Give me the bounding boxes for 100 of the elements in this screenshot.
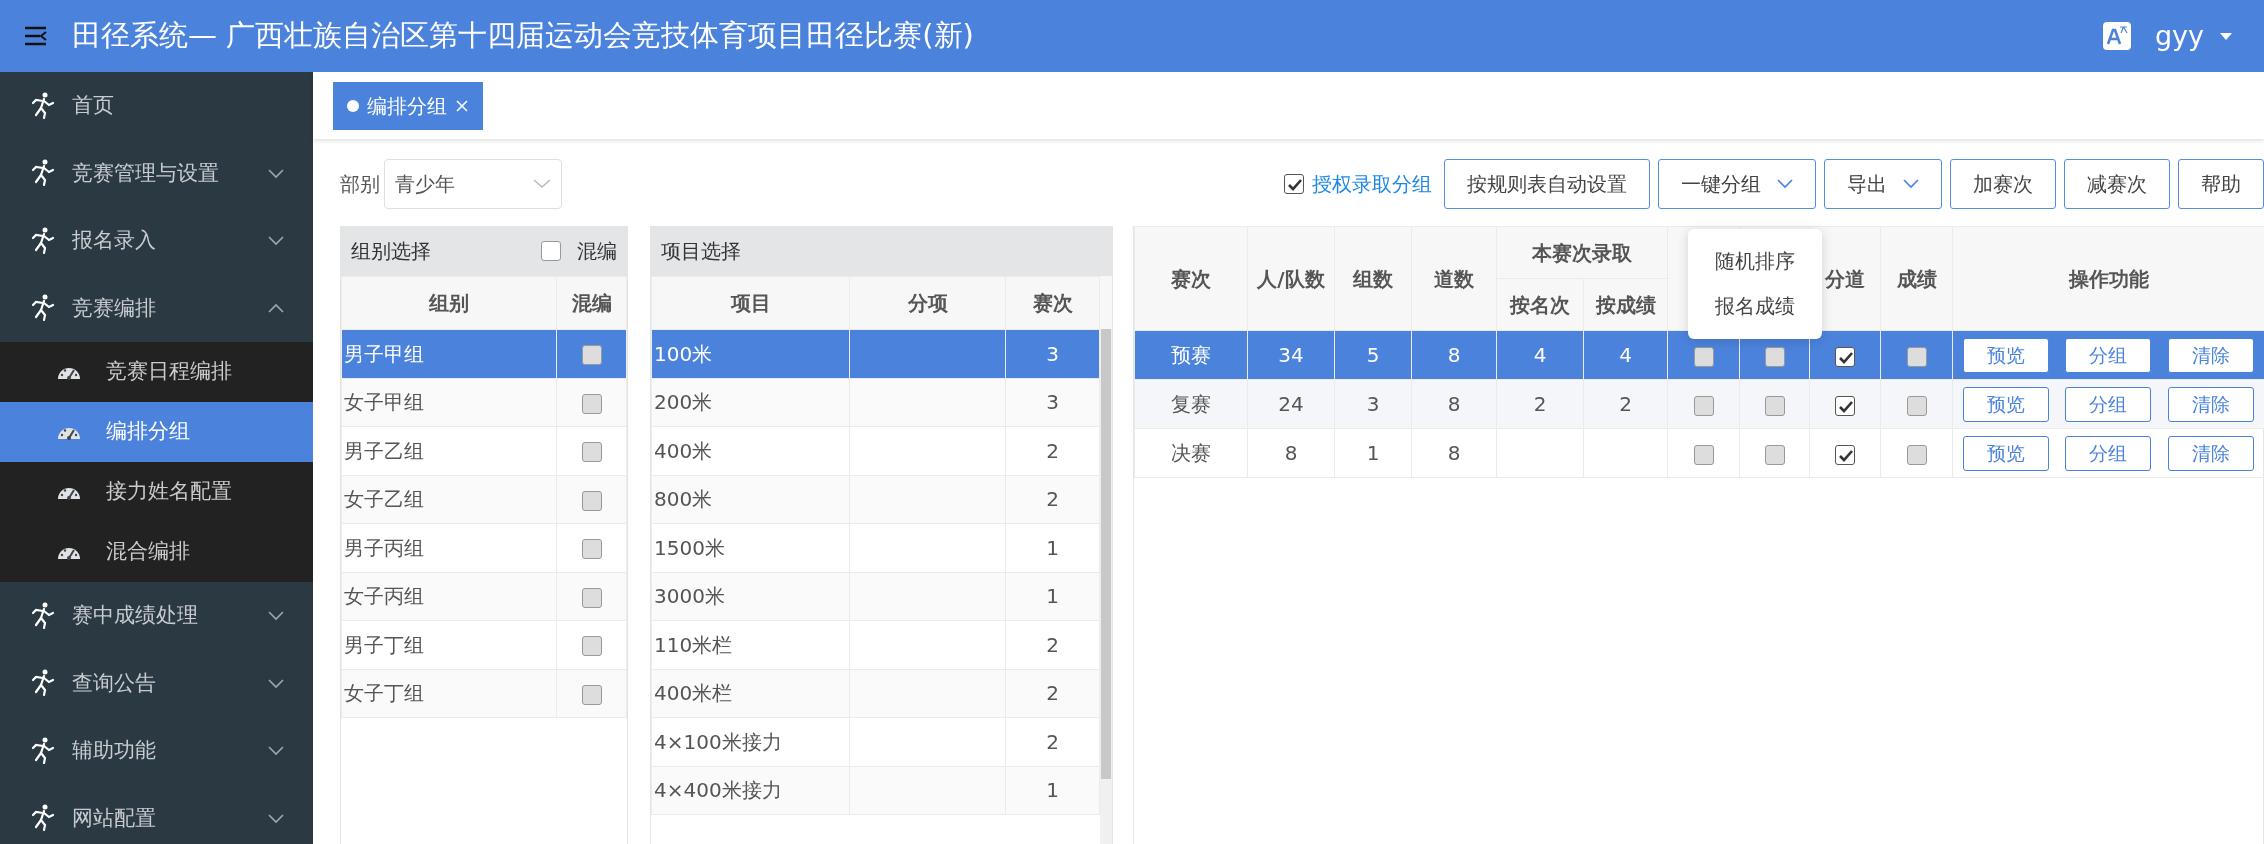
sidebar-item[interactable]: 网站配置 — [0, 784, 313, 844]
checkbox[interactable] — [1835, 346, 1855, 367]
checkbox[interactable] — [1284, 174, 1304, 195]
checkbox[interactable] — [1764, 444, 1785, 465]
dropdown-button[interactable]: 导出 — [1824, 159, 1942, 210]
action-button[interactable]: 清除 — [2167, 435, 2254, 471]
table-cell: 女子丁组 — [341, 669, 557, 718]
table-row[interactable]: 3000米 1 — [651, 572, 1100, 621]
dot-icon — [347, 99, 359, 112]
table-cell: 5 — [1334, 330, 1412, 380]
action-button[interactable]: 分组 — [2065, 386, 2152, 422]
checkbox[interactable] — [581, 491, 602, 511]
checkbox-label[interactable]: 混编 — [577, 236, 617, 267]
table-row[interactable]: 100米 3 — [651, 329, 1100, 379]
checkbox-label[interactable]: 授权录取分组 — [1312, 169, 1432, 200]
action-button[interactable]: 分组 — [2065, 337, 2152, 373]
table-cell: 24 — [1247, 379, 1335, 429]
checkbox[interactable] — [541, 241, 561, 262]
table-cell: 男子丁组 — [341, 620, 557, 670]
sidebar-item[interactable]: 赛中成绩处理 — [0, 582, 313, 650]
dropdown-button[interactable]: 一键分组 — [1658, 159, 1816, 210]
sidebar-item[interactable]: 报名录入 — [0, 207, 313, 275]
table-row[interactable]: 预赛 34 5 8 4 4 预览 分组 清除 — [1134, 330, 2264, 380]
sidebar-item[interactable]: 辅助功能 — [0, 717, 313, 785]
table-cell: 400米 — [651, 426, 850, 476]
table-cell: 400米栏 — [651, 669, 850, 718]
table-row[interactable]: 决赛 8 1 8 预览 分组 清除 — [1134, 428, 2264, 478]
runner-icon — [30, 226, 56, 256]
runner-icon — [30, 803, 56, 834]
toolbar-button[interactable]: 减赛次 — [2064, 159, 2170, 210]
table-cell: 1 — [1005, 523, 1100, 573]
action-button[interactable]: 预览 — [1963, 435, 2050, 471]
table-row[interactable]: 400米 2 — [651, 426, 1100, 476]
sidebar-item[interactable]: 竞赛管理与设置 — [0, 139, 313, 208]
sidebar-subitem[interactable]: 编排分组 — [0, 402, 313, 463]
runner-icon — [30, 158, 56, 189]
sidebar-subitem[interactable]: 混合编排 — [0, 522, 313, 583]
checkbox[interactable] — [1764, 395, 1785, 416]
checkbox[interactable] — [1764, 346, 1785, 367]
table-cell: 8 — [1411, 428, 1497, 478]
sidebar-item[interactable]: 竞赛编排 — [0, 274, 313, 343]
checkbox[interactable] — [1906, 444, 1927, 465]
department-select[interactable]: 青少年 — [384, 159, 562, 210]
checkbox[interactable] — [1693, 346, 1714, 367]
scrollbar[interactable] — [1100, 329, 1112, 844]
toolbar-button[interactable]: 按规则表自动设置 — [1444, 159, 1650, 210]
table-row[interactable]: 400米栏 2 — [651, 669, 1100, 718]
toolbar-button[interactable]: 加赛次 — [1950, 159, 2056, 210]
table-cell: 2 — [1583, 379, 1668, 429]
column-header: 本赛次录取 — [1496, 226, 1668, 279]
column-header: 组别 — [341, 276, 557, 330]
tab[interactable]: 编排分组 — [333, 81, 483, 130]
table-cell: 2 — [1005, 426, 1100, 476]
checkbox[interactable] — [1835, 395, 1855, 416]
table-cell: 34 — [1247, 330, 1335, 380]
sidebar-item[interactable]: 首页 — [0, 72, 313, 140]
action-button[interactable]: 预览 — [1963, 337, 2050, 373]
checkbox[interactable] — [581, 539, 602, 560]
checkbox[interactable] — [581, 442, 602, 463]
table-row[interactable]: 男子丁组 — [341, 620, 627, 670]
table-cell: 2 — [1005, 717, 1100, 767]
table-cell: 800米 — [651, 475, 850, 524]
user-menu[interactable]: gyy — [2154, 15, 2232, 57]
table-row[interactable]: 800米 2 — [651, 475, 1100, 524]
checkbox[interactable] — [581, 394, 602, 414]
checkbox[interactable] — [581, 588, 602, 608]
table-row[interactable]: 女子甲组 — [341, 378, 627, 427]
action-button[interactable]: 清除 — [2167, 337, 2254, 373]
table-row[interactable]: 男子甲组 — [341, 329, 627, 379]
checkbox[interactable] — [1693, 444, 1714, 465]
action-button[interactable]: 预览 — [1963, 386, 2050, 422]
action-button[interactable]: 清除 — [2167, 386, 2254, 422]
checkbox[interactable] — [1906, 395, 1927, 416]
table-cell: 女子丙组 — [341, 572, 557, 621]
checkbox[interactable] — [581, 345, 602, 366]
sidebar-item[interactable]: 查询公告 — [0, 649, 313, 718]
checkbox[interactable] — [1693, 395, 1714, 416]
table-cell: 110米栏 — [651, 620, 850, 670]
checkbox[interactable] — [1835, 444, 1855, 465]
sidebar-subitem[interactable]: 接力姓名配置 — [0, 462, 313, 523]
table-row[interactable]: 110米栏 2 — [651, 620, 1100, 670]
panel-header: 项目选择 — [651, 226, 1112, 277]
table-row[interactable]: 200米 3 — [651, 378, 1100, 427]
table-row[interactable]: 女子丙组 — [341, 572, 627, 621]
toolbar-button[interactable]: 帮助 — [2178, 159, 2264, 210]
table-row[interactable]: 复赛 24 3 8 2 2 预览 分组 清除 — [1134, 379, 2264, 429]
checkbox[interactable] — [1906, 346, 1927, 367]
sidebar-subitem[interactable]: 竞赛日程编排 — [0, 342, 313, 403]
column-header: 人/队数 — [1247, 226, 1335, 331]
table-row[interactable]: 4×400米接力 1 — [651, 766, 1100, 815]
table-row[interactable]: 女子乙组 — [341, 475, 627, 524]
table-row[interactable]: 1500米 1 — [651, 523, 1100, 573]
checkbox[interactable] — [581, 685, 602, 705]
table-cell: 4×400米接力 — [651, 766, 850, 815]
checkbox[interactable] — [581, 636, 602, 657]
table-row[interactable]: 4×100米接力 2 — [651, 717, 1100, 767]
table-row[interactable]: 男子乙组 — [341, 426, 627, 476]
table-row[interactable]: 男子丙组 — [341, 523, 627, 573]
table-row[interactable]: 女子丁组 — [341, 669, 627, 718]
action-button[interactable]: 分组 — [2065, 435, 2152, 471]
